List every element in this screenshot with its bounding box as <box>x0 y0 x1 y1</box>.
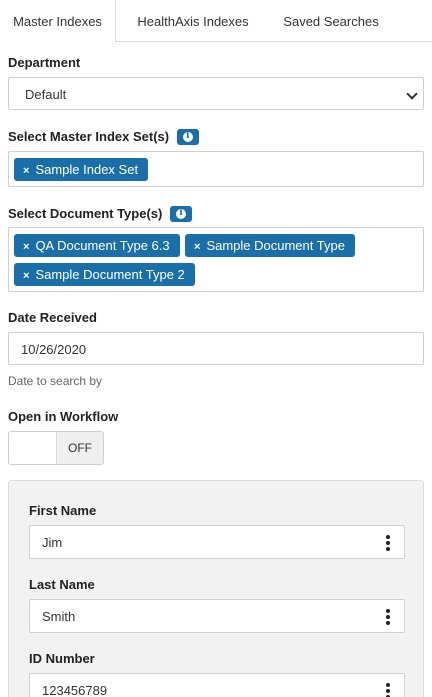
remove-icon[interactable]: × <box>23 241 29 253</box>
open-in-workflow-toggle[interactable]: OFF <box>8 431 104 465</box>
remove-icon[interactable]: × <box>194 241 200 253</box>
document-type-chip[interactable]: × Sample Document Type 2 <box>14 263 195 286</box>
date-received-help: Date to search by <box>8 374 103 388</box>
id-number-input[interactable]: 123456789 <box>29 673 405 697</box>
date-received-label: Date Received <box>8 310 97 325</box>
info-icon[interactable] <box>176 128 199 145</box>
document-type-select[interactable]: × QA Document Type 6.3 × Sample Document T… <box>8 227 424 292</box>
department-value: Default <box>25 87 67 102</box>
master-index-set-select[interactable]: × Sample Index Set <box>8 151 424 187</box>
document-type-label: Select Document Type(s) <box>8 206 163 221</box>
first-name-input[interactable]: Jim <box>29 525 405 559</box>
master-index-set-chip[interactable]: × Sample Index Set <box>14 158 149 181</box>
remove-icon[interactable]: × <box>23 270 29 282</box>
tab-bar: Master Indexes HealthAxis Indexes Saved … <box>0 0 432 43</box>
document-type-label-row: Select Document Type(s) <box>8 205 192 223</box>
info-icon[interactable] <box>169 205 192 222</box>
tab-saved-searches[interactable]: Saved Searches <box>270 0 392 42</box>
toggle-state: OFF <box>57 432 103 464</box>
master-index-set-label-row: Select Master Index Set(s) <box>8 128 199 146</box>
department-select[interactable]: Default <box>8 77 424 110</box>
department-label: Department <box>8 55 81 70</box>
master-index-set-label: Select Master Index Set(s) <box>8 129 170 144</box>
kebab-menu-icon[interactable] <box>386 535 390 551</box>
kebab-menu-icon[interactable] <box>386 683 390 697</box>
last-name-input[interactable]: Smith <box>29 599 405 633</box>
toggle-knob <box>9 432 57 464</box>
tab-master-indexes[interactable]: Master Indexes <box>0 0 116 43</box>
date-received-input[interactable]: 10/26/2020 <box>8 332 424 365</box>
document-type-chip[interactable]: × Sample Document Type <box>185 234 355 257</box>
remove-icon[interactable]: × <box>23 165 29 177</box>
document-type-chip[interactable]: × QA Document Type 6.3 <box>14 234 180 257</box>
last-name-label: Last Name <box>29 577 95 592</box>
search-fields-panel: First Name Jim Last Name Smith ID Number… <box>8 480 424 697</box>
id-number-label: ID Number <box>29 651 95 666</box>
first-name-label: First Name <box>29 503 97 518</box>
kebab-menu-icon[interactable] <box>386 609 390 625</box>
tab-healthaxis-indexes[interactable]: HealthAxis Indexes <box>124 0 262 42</box>
open-in-workflow-label: Open in Workflow <box>8 409 119 424</box>
chevron-down-icon <box>406 88 418 100</box>
